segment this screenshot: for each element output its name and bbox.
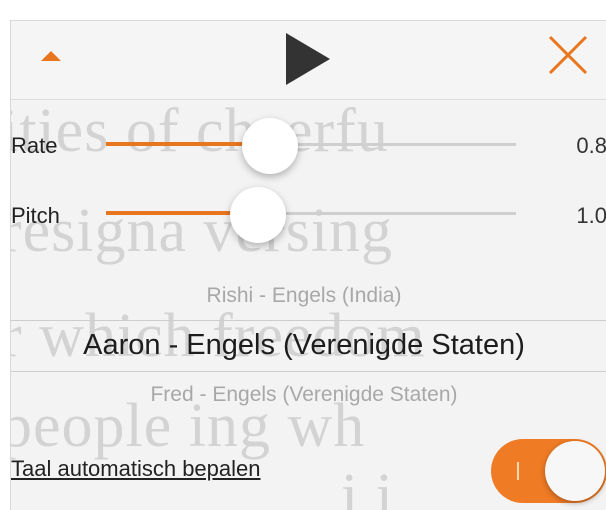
- auto-language-toggle[interactable]: [491, 439, 606, 503]
- toggle-on-mark: [517, 462, 519, 480]
- rate-label: Rate: [11, 133, 58, 158]
- triangle-up-icon[interactable]: [41, 51, 61, 61]
- voice-option-next[interactable]: Fred - Engels (Verenigde Staten): [11, 383, 597, 407]
- play-icon[interactable]: [286, 33, 330, 85]
- pitch-slider[interactable]: [106, 187, 516, 243]
- picker-divider: [11, 371, 606, 372]
- auto-language-link[interactable]: Taal automatisch bepalen: [11, 456, 261, 482]
- voice-option-selected[interactable]: Aaron - Engels (Verenigde Staten): [11, 329, 597, 362]
- rate-value: 0.8: [576, 133, 606, 158]
- pitch-value: 1.0: [576, 203, 606, 228]
- close-icon[interactable]: [547, 34, 589, 76]
- rate-slider-thumb[interactable]: [242, 118, 298, 174]
- pitch-slider-thumb[interactable]: [229, 187, 286, 243]
- speech-settings-panel: ities of cheerfu resigna versing r which…: [10, 20, 606, 510]
- rate-slider[interactable]: [106, 118, 516, 174]
- toggle-knob: [545, 441, 605, 501]
- background-text-line: i i: [341, 462, 394, 510]
- pitch-label: Pitch: [11, 203, 60, 228]
- voice-option-previous[interactable]: Rishi - Engels (India): [11, 284, 597, 308]
- picker-divider: [11, 320, 606, 321]
- toolbar: [11, 21, 606, 100]
